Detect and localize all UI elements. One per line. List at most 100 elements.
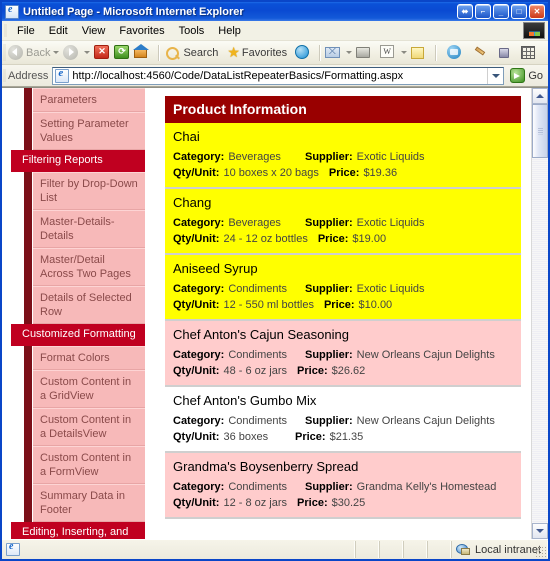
status-pane-2 — [378, 541, 403, 558]
category-value: Beverages — [228, 217, 281, 229]
print-button[interactable] — [356, 45, 374, 61]
edit-dropdown-icon[interactable] — [401, 51, 408, 54]
sidebar-list: Parameters Setting Parameter Values Filter… — [11, 88, 145, 539]
minimize-button[interactable]: _ — [493, 4, 509, 19]
scrollbar-thumb[interactable] — [532, 104, 548, 158]
product-card: Chef Anton's Gumbo Mix Category: Condiment… — [165, 387, 521, 453]
favorites-button[interactable]: ★ Favorites — [226, 44, 287, 60]
scroll-up-button[interactable] — [532, 88, 548, 104]
forward-button[interactable] — [63, 44, 81, 61]
qty-value: 24 - 12 oz bottles — [223, 233, 308, 245]
product-card: Grandma's Boysenberry Spread Category: Con… — [165, 453, 521, 519]
back-button[interactable]: Back — [8, 44, 51, 61]
product-name: Grandma's Boysenberry Spread — [173, 459, 359, 474]
search-icon — [166, 47, 180, 60]
sidebar-item[interactable]: Master-Details-Details — [33, 210, 145, 248]
history-button[interactable] — [295, 44, 313, 61]
product-qty-field: Qty/Unit: 48 - 6 oz jars — [173, 364, 287, 379]
address-label: Address — [8, 69, 49, 82]
sidebar-item[interactable]: Custom Content in a DetailsView — [33, 408, 145, 446]
menu-file[interactable]: File — [10, 24, 42, 38]
price-label: Price: — [295, 431, 326, 443]
home-button[interactable] — [133, 43, 152, 61]
category-value: Condiments — [228, 415, 288, 427]
sidebar-section-header[interactable]: Customized Formatting — [11, 324, 145, 346]
search-button[interactable]: Search — [164, 45, 218, 60]
scroll-down-button[interactable] — [532, 523, 548, 539]
price-value: $19.00 — [352, 233, 387, 245]
go-button-label: Go — [528, 69, 543, 82]
notes-button[interactable] — [411, 45, 429, 61]
product-information-header: Product Information — [165, 96, 521, 123]
scrollbar-track[interactable] — [532, 158, 548, 523]
stop-button[interactable]: ✕ — [94, 44, 112, 61]
edit-button[interactable]: W — [380, 44, 398, 61]
qty-label: Qty/Unit: — [173, 431, 220, 443]
address-dropdown-icon[interactable] — [487, 67, 503, 84]
menu-tools[interactable]: Tools — [172, 24, 212, 38]
menu-favorites[interactable]: Favorites — [112, 24, 171, 38]
sidebar-item[interactable]: Format Colors — [33, 346, 145, 370]
go-button[interactable]: Go — [510, 68, 543, 83]
price-label: Price: — [297, 365, 328, 377]
toolbar-separator-1 — [158, 44, 161, 61]
sidebar-item[interactable]: Summary Data in Footer — [33, 484, 145, 522]
supplier-value: Exotic Liquids — [356, 217, 425, 229]
mail-button[interactable] — [325, 45, 343, 61]
product-price-field: Price: $26.62 — [297, 364, 365, 379]
sidebar-section-header[interactable]: Editing, Inserting, and Deleting — [11, 522, 145, 539]
status-pane-3 — [402, 541, 427, 558]
sidebar-item[interactable]: Filter by Drop-Down List — [33, 172, 145, 210]
forward-dropdown-icon[interactable] — [84, 51, 91, 54]
back-button-label: Back — [26, 46, 51, 59]
sidebar-item[interactable]: Master/Detail Across Two Pages — [33, 248, 145, 286]
stop-icon: ✕ — [94, 44, 110, 61]
sidebar-item[interactable]: Details of Selected Row — [33, 286, 145, 324]
price-value: $21.35 — [329, 431, 364, 443]
address-input[interactable]: http://localhost:4560/Code/DataListRepea… — [52, 66, 505, 85]
product-row-category-supplier: Category: Beverages Supplier: Exotic Liquid… — [173, 213, 513, 231]
product-name: Chef Anton's Cajun Seasoning — [173, 327, 349, 342]
sidebar-item[interactable]: Custom Content in a FormView — [33, 446, 145, 484]
menu-help[interactable]: Help — [211, 24, 248, 38]
refresh-button[interactable]: ⟳ — [114, 44, 132, 61]
product-name: Chang — [173, 195, 212, 210]
status-message — [24, 541, 355, 558]
menu-bar: File Edit View Favorites Tools Help — [2, 21, 548, 41]
research-button[interactable] — [497, 46, 515, 60]
product-row-qty-price: Qty/Unit: 36 boxes Price: $21.35 — [173, 429, 513, 445]
sidebar-item[interactable]: Setting Parameter Values — [33, 112, 145, 150]
sidebar-section-header[interactable]: Filtering Reports — [11, 150, 145, 172]
category-value: Condiments — [228, 481, 288, 493]
product-row-qty-price: Qty/Unit: 24 - 12 oz bottles Price: $19.00 — [173, 231, 513, 247]
toolbar-separator-2 — [319, 44, 322, 61]
mail-dropdown-icon[interactable] — [346, 51, 353, 54]
grid-button[interactable] — [521, 45, 539, 61]
product-price-field: Price: $30.25 — [297, 496, 365, 511]
product-supplier-field: Supplier: Exotic Liquids — [305, 150, 425, 165]
pencil-button[interactable] — [473, 46, 491, 60]
sidebar-item[interactable]: Custom Content in a GridView — [33, 370, 145, 408]
supplier-value: Exotic Liquids — [356, 283, 425, 295]
menu-edit[interactable]: Edit — [42, 24, 75, 38]
resize-grip[interactable] — [535, 546, 547, 558]
vertical-scrollbar[interactable] — [531, 88, 548, 539]
title-bar: Untitled Page - Microsoft Internet Explo… — [2, 2, 548, 21]
qty-value: 48 - 6 oz jars — [223, 365, 288, 377]
sidebar-item[interactable]: Parameters — [33, 88, 145, 112]
messenger-button[interactable] — [447, 44, 465, 61]
back-dropdown-icon[interactable] — [53, 51, 60, 54]
product-card: Chai Category: Beverages Supplier: Exotic Li… — [165, 123, 521, 189]
product-price-field: Price: $19.36 — [329, 166, 397, 181]
product-row-qty-price: Qty/Unit: 48 - 6 oz jars Price: $26.62 — [173, 363, 513, 379]
restore-left-button[interactable]: ⬌ — [457, 4, 473, 19]
product-supplier-field: Supplier: New Orleans Cajun Delights — [305, 414, 495, 429]
qty-label: Qty/Unit: — [173, 299, 220, 311]
close-button[interactable]: ✕ — [529, 4, 545, 19]
star-icon: ★ — [227, 44, 240, 60]
menu-view[interactable]: View — [75, 24, 113, 38]
security-zone[interactable]: Local intranet — [450, 541, 548, 558]
maximize-button[interactable]: □ — [511, 4, 527, 19]
restore-window-button[interactable]: ⌐ — [475, 4, 491, 19]
product-supplier-field: Supplier: Exotic Liquids — [305, 216, 425, 231]
